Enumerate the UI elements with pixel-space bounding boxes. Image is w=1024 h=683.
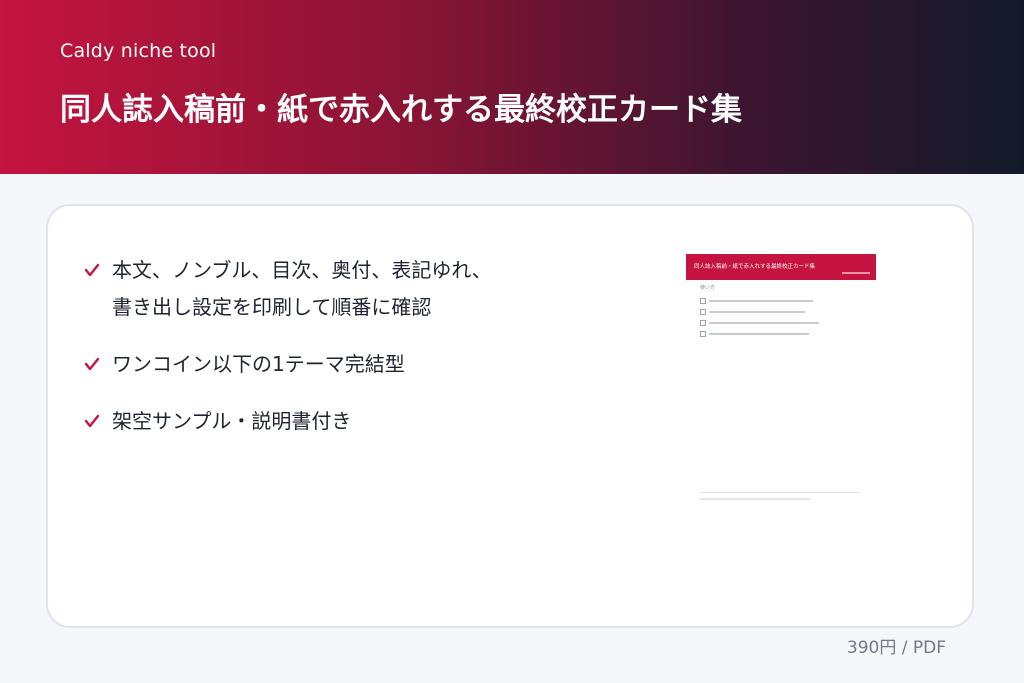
header-banner: Caldy niche tool 同人誌入稿前・紙で赤入れする最終校正カード集 xyxy=(0,0,1024,174)
checkbox-icon xyxy=(700,320,706,326)
preview-title: 同人誌入稿前・紙で赤入れする最終校正カード集 xyxy=(694,264,816,270)
feature-item: ワンコイン以下の1テーマ完結型 xyxy=(84,346,604,383)
price-label: 390円 / PDF xyxy=(846,638,946,658)
feature-text: ワンコイン以下の1テーマ完結型 xyxy=(112,352,405,376)
feature-text: 架空サンプル・説明書付き xyxy=(112,409,352,433)
preview-subtitle-line xyxy=(842,272,870,274)
preview-text-line xyxy=(709,333,809,335)
checkbox-icon xyxy=(700,309,706,315)
preview-heading: 使い方 xyxy=(700,285,716,291)
product-card: 本文、ノンブル、目次、奥付、表記ゆれ、 書き出し設定を印刷して順番に確認 ワンコ… xyxy=(46,204,974,628)
checkmark-icon xyxy=(84,403,102,440)
feature-item: 架空サンプル・説明書付き xyxy=(84,403,604,440)
document-preview-thumbnail: 同人誌入稿前・紙で赤入れする最終校正カード集 使い方 xyxy=(686,254,876,516)
checkbox-icon xyxy=(700,298,706,304)
feature-item: 本文、ノンブル、目次、奥付、表記ゆれ、 書き出し設定を印刷して順番に確認 xyxy=(84,252,604,326)
checkbox-icon xyxy=(700,331,706,337)
page-title: 同人誌入稿前・紙で赤入れする最終校正カード集 xyxy=(60,92,742,128)
checkmark-icon xyxy=(84,346,102,383)
feature-list: 本文、ノンブル、目次、奥付、表記ゆれ、 書き出し設定を印刷して順番に確認 ワンコ… xyxy=(84,252,604,460)
feature-text: 本文、ノンブル、目次、奥付、表記ゆれ、 xyxy=(112,258,492,282)
preview-text-line xyxy=(709,311,805,313)
feature-text-continued: 書き出し設定を印刷して順番に確認 xyxy=(112,295,432,319)
preview-text-line xyxy=(709,322,819,324)
brand-label: Caldy niche tool xyxy=(60,40,217,62)
preview-header: 同人誌入稿前・紙で赤入れする最終校正カード集 xyxy=(686,254,876,280)
preview-text-line xyxy=(709,300,813,302)
checkmark-icon xyxy=(84,252,102,289)
preview-divider xyxy=(700,492,860,493)
preview-footer-line xyxy=(700,498,810,500)
